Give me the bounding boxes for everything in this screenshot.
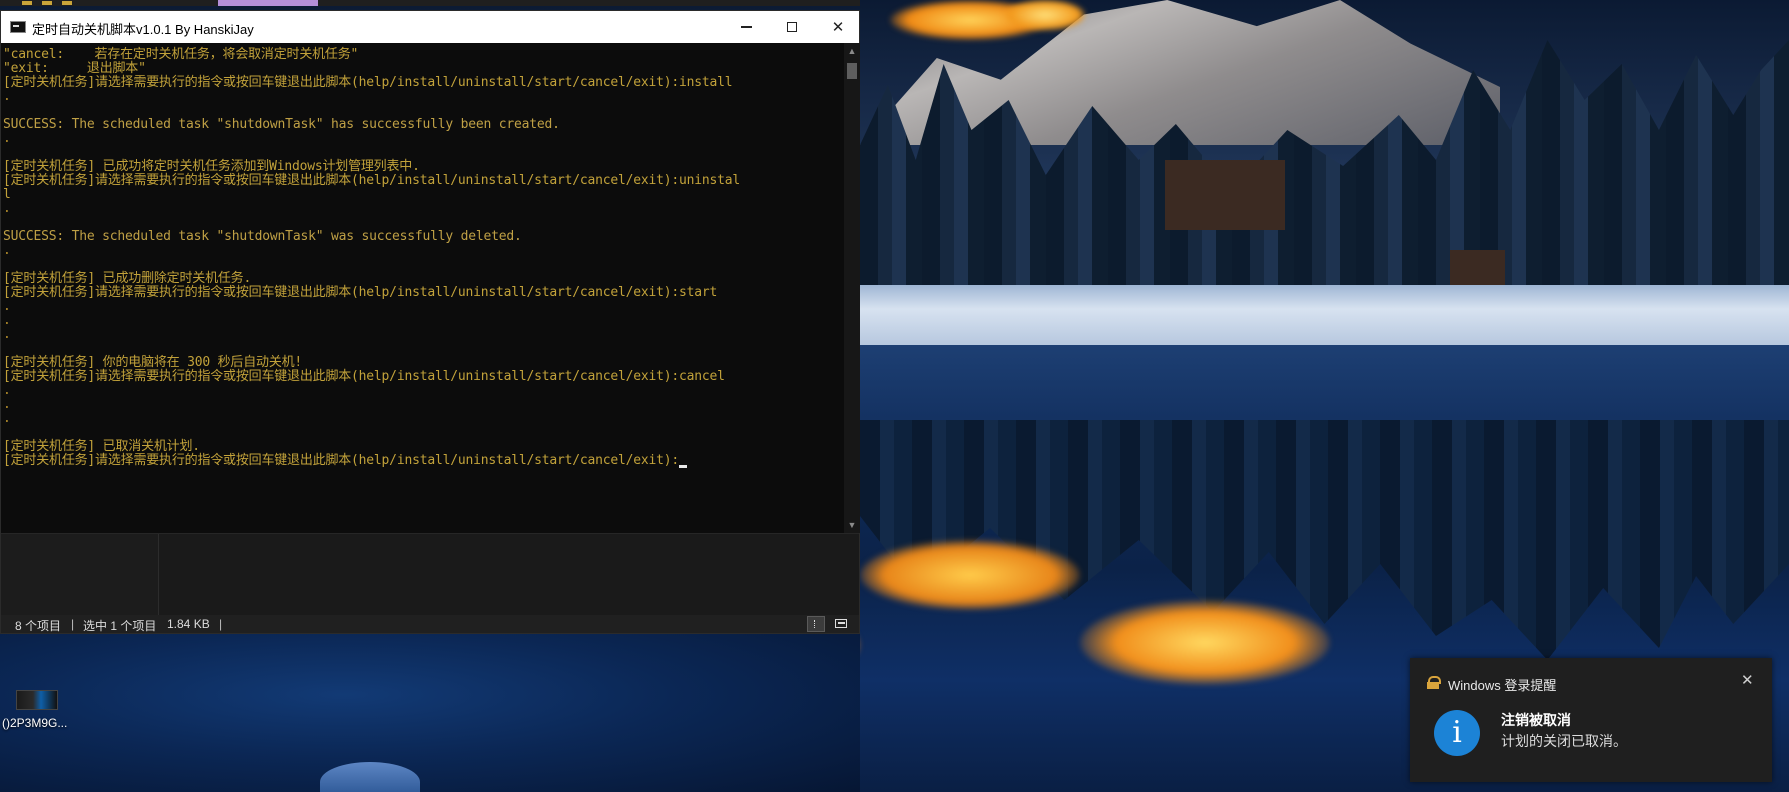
console-line: . — [3, 327, 11, 342]
large-icons-view-icon[interactable] — [833, 616, 851, 632]
title-bar[interactable]: 定时自动关机脚本v1.0.1 By HanskiJay ✕ — [1, 11, 859, 43]
window-title: 定时自动关机脚本v1.0.1 By HanskiJay — [32, 22, 254, 37]
toast-app-name: Windows 登录提醒 — [1448, 678, 1557, 693]
console-line: [定时关机任务]请选择需要执行的指令或按回车键退出此脚本(help/instal… — [3, 173, 741, 188]
scrollbar-thumb[interactable] — [847, 63, 857, 79]
console-line: [定时关机任务]请选择需要执行的指令或按回车键退出此脚本(help/instal… — [3, 369, 725, 384]
selected-count: 选中 1 个项目 — [83, 619, 157, 633]
console-window: 定时自动关机脚本v1.0.1 By HanskiJay ✕ "cancel: 若… — [0, 10, 860, 634]
console-line: . — [3, 131, 11, 146]
maximize-button[interactable] — [769, 11, 815, 43]
console-line: . — [3, 201, 11, 216]
scroll-up-icon[interactable]: ▲ — [844, 43, 860, 59]
close-button[interactable]: ✕ — [815, 11, 861, 43]
details-view-icon[interactable] — [807, 616, 825, 632]
console-prompt: [定时关机任务]请选择需要执行的指令或按回车键退出此脚本(help/instal… — [3, 453, 680, 468]
console-line: . — [3, 411, 11, 426]
console-line: [定时关机任务]请选择需要执行的指令或按回车键退出此脚本(help/instal… — [3, 75, 733, 90]
text-cursor — [679, 465, 688, 468]
selected-size: 1.84 KB — [167, 617, 210, 631]
console-line: [定时关机任务]请选择需要执行的指令或按回车键退出此脚本(help/instal… — [3, 285, 718, 300]
scroll-down-icon[interactable]: ▼ — [844, 517, 860, 533]
key-lock-icon — [1426, 675, 1441, 689]
taskbar-strip — [0, 0, 860, 6]
console-line: SUCCESS: The scheduled task "shutdownTas… — [3, 117, 560, 132]
item-count: 8 个项目 — [15, 619, 62, 633]
minimize-button[interactable] — [723, 11, 769, 43]
console-output[interactable]: "cancel: 若存在定时关机任务，将会取消定时关机任务" "exit: 退出… — [1, 43, 844, 533]
status-separator: | — [219, 617, 223, 631]
console-line: SUCCESS: The scheduled task "shutdownTas… — [3, 229, 522, 244]
console-scrollbar[interactable]: ▲ ▼ — [844, 43, 860, 533]
toast-close-icon[interactable]: ✕ — [1741, 671, 1754, 689]
status-bar: 8 个项目 | 选中 1 个项目 1.84 KB | — [1, 615, 859, 633]
console-app-icon — [10, 21, 26, 33]
close-icon: ✕ — [831, 19, 845, 36]
console-prompt-line[interactable]: [定时关机任务]请选择需要执行的指令或按回车键退出此脚本(help/instal… — [3, 453, 688, 469]
explorer-content — [1, 533, 859, 616]
toast-body: 计划的关闭已取消。 — [1501, 733, 1627, 749]
info-icon: i — [1434, 710, 1480, 756]
desktop-icon[interactable]: ()2P3M9G... — [0, 690, 80, 740]
navigation-pane[interactable] — [1, 534, 159, 616]
maximize-icon — [787, 22, 797, 32]
console-line: . — [3, 89, 11, 104]
console-line: . — [3, 243, 11, 258]
toast-heading: 注销被取消 — [1501, 712, 1571, 728]
toast-notification[interactable]: Windows 登录提醒 ✕ i 注销被取消 计划的关闭已取消。 — [1410, 658, 1772, 782]
desktop-icon-label: ()2P3M9G... — [2, 716, 68, 730]
status-separator: | — [71, 617, 75, 631]
minimize-icon — [740, 26, 752, 28]
file-thumbnail-icon — [16, 690, 58, 710]
